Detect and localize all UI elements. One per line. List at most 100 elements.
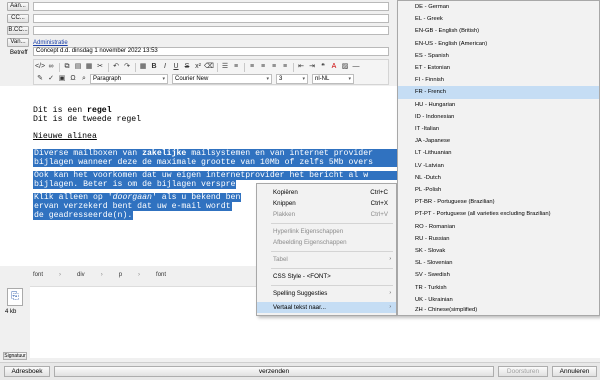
paste-icon[interactable]: ▤ [73,62,83,72]
language-select[interactable]: nl-NL ▾ [312,74,354,84]
image-icon[interactable]: ▣ [57,74,67,84]
toolbar-row-2: ✎ ✓ ▣ Ω ⌕ Paragraph ▾ Courier New ▾ 3 ▾ … [35,73,358,85]
menu-item-paste: Plakken Ctrl+V [273,211,388,218]
toolbar-row-1: </> ∞ ⧉ ▤ ▦ ✂ ↶ ↷ ▦ B I U S x² ⌫ ☰ ≡ ≡ ≡… [35,61,362,73]
text-color-icon[interactable]: A [329,62,339,72]
toolbar-separator [135,62,136,72]
language-option[interactable]: SL - Slovenian [398,257,599,269]
blockquote-icon[interactable]: ❝ [318,62,328,72]
language-option-selected[interactable]: FR - French [398,86,599,99]
language-option[interactable]: SV - Swedish [398,269,599,281]
subject-label: Betreff [10,50,28,56]
eraser-icon[interactable]: ⌫ [204,62,214,72]
to-field[interactable] [33,2,389,11]
breadcrumb-item[interactable]: font [33,272,43,278]
underline-icon[interactable]: U [171,62,181,72]
language-option[interactable]: ET - Estonian [398,62,599,74]
language-option[interactable]: LV -Latvian [398,160,599,172]
language-option[interactable]: JA -Japanese [398,135,599,147]
bottom-bar: Adresboek verzenden Doorsturen Annuleren [0,362,600,380]
language-option[interactable]: NL -Dutch [398,172,599,184]
language-option[interactable]: LT -Lithuanian [398,147,599,159]
table-icon[interactable]: ▦ [138,62,148,72]
language-option[interactable]: PT-BR - Portuguese (Brazilian) [398,196,599,208]
menu-item-copy[interactable]: Kopiëren Ctrl+C [257,187,396,198]
breadcrumb-item[interactable]: font [156,272,166,278]
menu-item-css-style[interactable]: CSS Style - <FONT> [257,271,396,282]
to-button[interactable]: Aan... [7,2,29,11]
bcc-field[interactable] [33,26,389,35]
source-icon[interactable]: </> [35,62,45,72]
breadcrumb-item[interactable]: p [119,272,122,278]
numbered-list-icon[interactable]: ≡ [231,62,241,72]
cut-icon[interactable]: ✂ [95,62,105,72]
editor-toolbar: </> ∞ ⧉ ▤ ▦ ✂ ↶ ↷ ▦ B I U S x² ⌫ ☰ ≡ ≡ ≡… [33,59,389,85]
signature-button[interactable]: Signatuur [3,352,27,360]
bold-icon[interactable]: B [149,62,159,72]
undo-icon[interactable]: ↶ [111,62,121,72]
paste-text-icon[interactable]: ▦ [84,62,94,72]
font-size-select[interactable]: 3 ▾ [276,74,308,84]
justify-icon[interactable]: ≡ [280,62,290,72]
menu-separator [271,223,393,224]
language-option[interactable]: ZH - Chinese(simplified) [398,304,599,316]
find-icon[interactable]: ⌕ [79,74,89,84]
format-painter-icon[interactable]: ✎ [35,74,45,84]
language-option[interactable]: SK - Slovak [398,245,599,257]
language-value: nl-NL [315,76,330,82]
cancel-button[interactable]: Annuleren [552,366,597,377]
menu-item-spelling-suggestions[interactable]: Spelling Suggesties › [257,288,396,299]
menu-item-hyperlink-properties: Hyperlink Eigenschappen [273,228,344,235]
font-family-select[interactable]: Courier New ▾ [172,74,272,84]
link-icon[interactable]: ∞ [46,62,56,72]
align-left-icon[interactable]: ≡ [247,62,257,72]
language-option[interactable]: ES - Spanish [398,50,599,62]
from-button[interactable]: Van... [7,38,29,47]
breadcrumb-item[interactable]: div [77,272,85,278]
spellcheck-icon[interactable]: ✓ [46,74,56,84]
cc-field[interactable] [33,14,389,23]
menu-item-translate-text[interactable]: Vertaal tekst naar... › [257,302,396,313]
strikethrough-icon[interactable]: S [182,62,192,72]
language-option[interactable]: EL - Greek [398,13,599,25]
language-option[interactable]: EN-US - English (American) [398,38,599,50]
align-center-icon[interactable]: ≡ [258,62,268,72]
address-book-button[interactable]: Adresboek [4,366,50,377]
paperclip-icon[interactable]: ⎘ [7,288,23,306]
indent-icon[interactable]: ⇥ [307,62,317,72]
menu-item-cut[interactable]: Knippen Ctrl+X [257,198,396,209]
align-right-icon[interactable]: ≡ [269,62,279,72]
language-option[interactable]: HU - Hungarian [398,99,599,111]
chevron-down-icon: ▾ [266,76,269,82]
cc-button[interactable]: CC... [7,14,29,23]
subject-field[interactable]: Concept d.d. dinsdag 1 november 2022 13:… [33,47,389,56]
language-option[interactable]: EN-GB - English (British) [398,25,599,37]
toolbar-separator [59,62,60,72]
language-option[interactable]: TR - Turkish [398,282,599,294]
paragraph-style-select[interactable]: Paragraph ▾ [90,74,168,84]
menu-separator [271,251,393,252]
chevron-right-icon: › [100,272,103,278]
superscript-icon[interactable]: x² [193,62,203,72]
bcc-button[interactable]: B.CC... [7,26,29,35]
language-option[interactable]: RO - Romanian [398,221,599,233]
language-option[interactable]: FI - Finnish [398,74,599,86]
send-button[interactable]: verzenden [54,366,494,377]
language-option[interactable]: DE - German [398,1,599,13]
bullet-list-icon[interactable]: ☰ [220,62,230,72]
language-option[interactable]: PL -Polish [398,184,599,196]
italic-icon[interactable]: I [160,62,170,72]
copy-icon[interactable]: ⧉ [62,62,72,72]
language-option[interactable]: ID - Indonesian [398,111,599,123]
highlight-color-icon[interactable]: ▨ [340,62,350,72]
from-account-link[interactable]: Administratie [33,40,68,46]
special-char-icon[interactable]: Ω [68,74,78,84]
language-option[interactable]: PT-PT - Portuguese (all varieties exclud… [398,208,599,220]
outdent-icon[interactable]: ⇤ [296,62,306,72]
language-option[interactable]: RU - Russian [398,233,599,245]
language-option[interactable]: IT -Italian [398,123,599,135]
horizontal-rule-icon[interactable]: — [351,62,361,72]
paragraph-heading: Nieuwe alinea [33,132,97,141]
menu-separator [271,285,393,286]
redo-icon[interactable]: ↷ [122,62,132,72]
